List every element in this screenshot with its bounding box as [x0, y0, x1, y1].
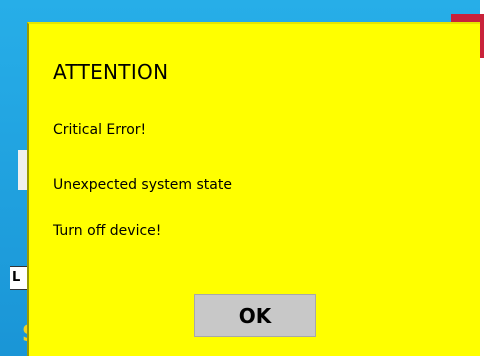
- device-screen: L S ATTENTION Critical Error! Unexpected…: [0, 0, 490, 356]
- background-field-label: L: [12, 270, 21, 285]
- state-message: Unexpected system state: [53, 177, 232, 193]
- ok-button[interactable]: OK: [194, 294, 316, 337]
- attention-dialog: ATTENTION Critical Error! Unexpected sys…: [27, 22, 480, 356]
- error-message: Critical Error!: [53, 122, 147, 138]
- instruction-message: Turn off device!: [53, 223, 162, 239]
- dialog-title: ATTENTION: [53, 60, 169, 84]
